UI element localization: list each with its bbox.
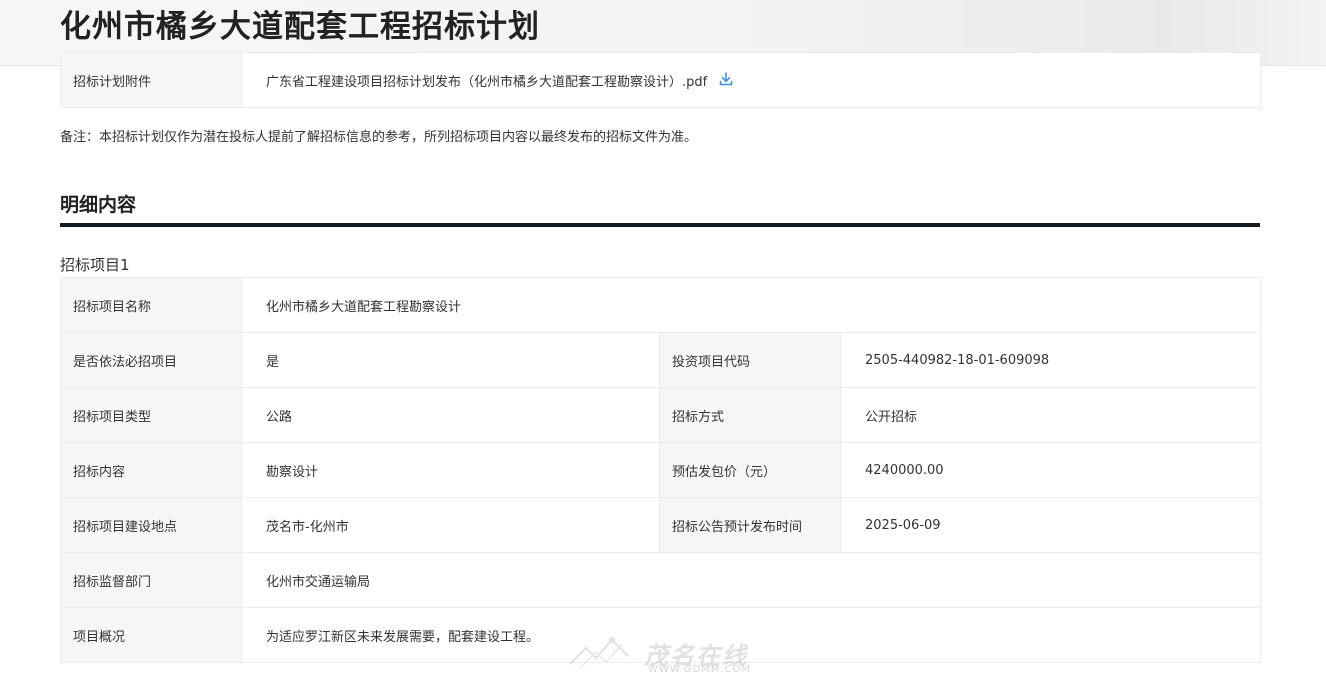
mandatory-label: 是否依法必招项目 bbox=[60, 332, 242, 388]
project-name-label: 招标项目名称 bbox=[60, 277, 242, 333]
est-price-value: 4240000.00 bbox=[839, 442, 1262, 498]
est-price-label: 预估发包价（元） bbox=[659, 442, 841, 498]
supervision-dept-value: 化州市交通运输局 bbox=[240, 552, 1262, 608]
table-row: 招标监督部门 化州市交通运输局 bbox=[60, 552, 1262, 608]
project-type-label: 招标项目类型 bbox=[60, 387, 242, 443]
table-row: 招标项目名称 化州市橘乡大道配套工程勘察设计 bbox=[60, 277, 1262, 333]
detail-table: 招标项目名称 化州市橘乡大道配套工程勘察设计 是否依法必招项目 是 投资项目代码… bbox=[60, 277, 1262, 663]
publish-date-label: 招标公告预计发布时间 bbox=[659, 497, 841, 553]
section-title: 明细内容 bbox=[60, 194, 137, 216]
project-type-value: 公路 bbox=[241, 387, 660, 443]
invest-code-label: 投资项目代码 bbox=[659, 332, 841, 388]
location-label: 招标项目建设地点 bbox=[60, 497, 242, 553]
bid-method-label: 招标方式 bbox=[659, 387, 841, 443]
attachment-label: 招标计划附件 bbox=[60, 52, 242, 108]
bid-content-label: 招标内容 bbox=[60, 442, 242, 498]
table-row: 是否依法必招项目 是 投资项目代码 2505-440982-18-01-6090… bbox=[60, 332, 1262, 388]
location-value: 茂名市-化州市 bbox=[241, 497, 660, 553]
project-heading: 招标项目1 bbox=[60, 256, 130, 274]
table-row: 招标项目类型 公路 招标方式 公开招标 bbox=[60, 387, 1262, 443]
disclaimer-note: 备注：本招标计划仅作为潜在投标人提前了解招标信息的参考，所列招标项目内容以最终发… bbox=[60, 130, 698, 145]
publish-date-value: 2025-06-09 bbox=[839, 497, 1262, 553]
overview-label: 项目概况 bbox=[60, 607, 242, 663]
table-row: 招标项目建设地点 茂名市-化州市 招标公告预计发布时间 2025-06-09 bbox=[60, 497, 1262, 553]
download-icon[interactable] bbox=[719, 71, 733, 90]
project-name-value: 化州市橘乡大道配套工程勘察设计 bbox=[240, 277, 1262, 333]
attachment-value-cell: 广东省工程建设项目招标计划发布（化州市橘乡大道配套工程勘察设计）.pdf bbox=[241, 52, 1261, 108]
table-row: 招标内容 勘察设计 预估发包价（元） 4240000.00 bbox=[60, 442, 1262, 498]
page-title: 化州市橘乡大道配套工程招标计划 bbox=[60, 9, 540, 45]
bid-method-value: 公开招标 bbox=[839, 387, 1262, 443]
attachment-table: 招标计划附件 广东省工程建设项目招标计划发布（化州市橘乡大道配套工程勘察设计）.… bbox=[60, 52, 1261, 108]
supervision-dept-label: 招标监督部门 bbox=[60, 552, 242, 608]
watermark-url: WWW.GDMM.COM bbox=[648, 664, 752, 675]
section-divider bbox=[60, 223, 1260, 227]
bid-content-value: 勘察设计 bbox=[241, 442, 660, 498]
mandatory-value: 是 bbox=[241, 332, 660, 388]
attachment-row: 招标计划附件 广东省工程建设项目招标计划发布（化州市橘乡大道配套工程勘察设计）.… bbox=[60, 52, 1261, 108]
invest-code-value: 2505-440982-18-01-609098 bbox=[839, 332, 1262, 388]
attachment-file-link[interactable]: 广东省工程建设项目招标计划发布（化州市橘乡大道配套工程勘察设计）.pdf bbox=[266, 75, 707, 90]
site-watermark: 茂名在线 WWW.GDMM.COM bbox=[566, 634, 766, 680]
watermark-logo-icon bbox=[569, 637, 629, 669]
